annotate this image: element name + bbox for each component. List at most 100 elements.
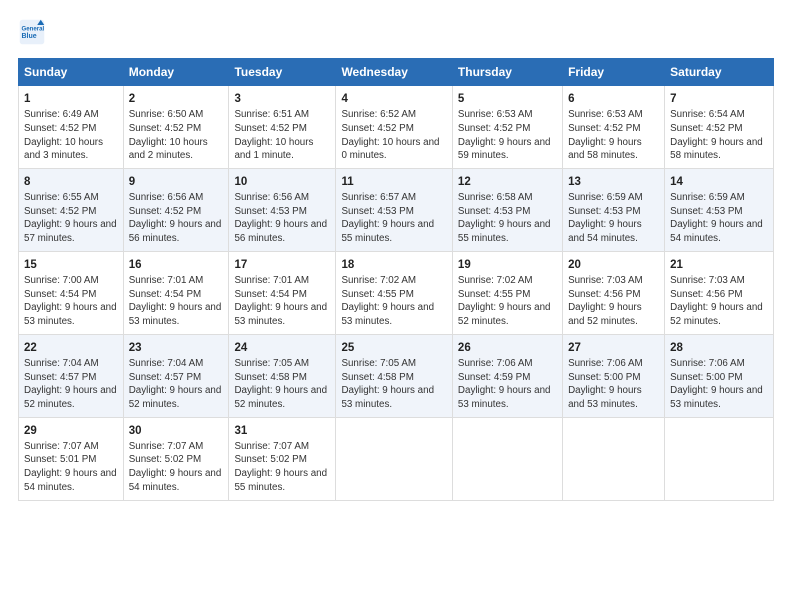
daylight-text: Daylight: 9 hours and 52 minutes. [458,301,557,328]
calendar-cell: 24Sunrise: 7:05 AMSunset: 4:58 PMDayligh… [229,334,336,417]
day-number: 30 [129,423,224,439]
sunset-text: Sunset: 4:58 PM [341,371,446,385]
sunrise-text: Sunrise: 6:56 AM [129,191,224,205]
daylight-text: Daylight: 9 hours and 56 minutes. [234,218,330,245]
daylight-text: Daylight: 9 hours and 53 minutes. [458,384,557,411]
calendar-cell: 4Sunrise: 6:52 AMSunset: 4:52 PMDaylight… [336,86,452,169]
sunrise-text: Sunrise: 6:50 AM [129,108,224,122]
calendar-week-row: 29Sunrise: 7:07 AMSunset: 5:01 PMDayligh… [19,417,774,500]
sunrise-text: Sunrise: 6:57 AM [341,191,446,205]
logo-icon: General Blue [18,18,46,46]
sunset-text: Sunset: 4:53 PM [458,205,557,219]
sunset-text: Sunset: 4:56 PM [670,288,768,302]
sunset-text: Sunset: 5:02 PM [234,453,330,467]
col-header-tuesday: Tuesday [229,59,336,86]
sunrise-text: Sunrise: 6:53 AM [568,108,659,122]
sunset-text: Sunset: 4:53 PM [234,205,330,219]
calendar-cell: 14Sunrise: 6:59 AMSunset: 4:53 PMDayligh… [665,168,774,251]
sunset-text: Sunset: 4:52 PM [234,122,330,136]
sunrise-text: Sunrise: 6:58 AM [458,191,557,205]
calendar-cell: 12Sunrise: 6:58 AMSunset: 4:53 PMDayligh… [452,168,562,251]
sunset-text: Sunset: 4:54 PM [129,288,224,302]
calendar-cell: 28Sunrise: 7:06 AMSunset: 5:00 PMDayligh… [665,334,774,417]
sunrise-text: Sunrise: 6:56 AM [234,191,330,205]
sunset-text: Sunset: 4:53 PM [568,205,659,219]
daylight-text: Daylight: 9 hours and 53 minutes. [129,301,224,328]
calendar-cell: 13Sunrise: 6:59 AMSunset: 4:53 PMDayligh… [563,168,665,251]
calendar-cell: 19Sunrise: 7:02 AMSunset: 4:55 PMDayligh… [452,251,562,334]
day-number: 19 [458,257,557,273]
sunrise-text: Sunrise: 7:03 AM [568,274,659,288]
day-number: 3 [234,91,330,107]
sunset-text: Sunset: 5:00 PM [670,371,768,385]
calendar-cell: 27Sunrise: 7:06 AMSunset: 5:00 PMDayligh… [563,334,665,417]
col-header-wednesday: Wednesday [336,59,452,86]
calendar-header-row: SundayMondayTuesdayWednesdayThursdayFrid… [19,59,774,86]
sunrise-text: Sunrise: 7:03 AM [670,274,768,288]
daylight-text: Daylight: 9 hours and 55 minutes. [341,218,446,245]
col-header-monday: Monday [123,59,229,86]
calendar-table: SundayMondayTuesdayWednesdayThursdayFrid… [18,58,774,501]
calendar-week-row: 15Sunrise: 7:00 AMSunset: 4:54 PMDayligh… [19,251,774,334]
daylight-text: Daylight: 9 hours and 52 minutes. [129,384,224,411]
daylight-text: Daylight: 9 hours and 55 minutes. [458,218,557,245]
day-number: 9 [129,174,224,190]
sunrise-text: Sunrise: 7:04 AM [129,357,224,371]
sunset-text: Sunset: 4:52 PM [129,122,224,136]
day-number: 5 [458,91,557,107]
daylight-text: Daylight: 9 hours and 54 minutes. [129,467,224,494]
calendar-cell: 6Sunrise: 6:53 AMSunset: 4:52 PMDaylight… [563,86,665,169]
daylight-text: Daylight: 9 hours and 57 minutes. [24,218,118,245]
sunrise-text: Sunrise: 7:07 AM [129,440,224,454]
sunset-text: Sunset: 4:57 PM [129,371,224,385]
sunset-text: Sunset: 4:57 PM [24,371,118,385]
sunset-text: Sunset: 4:52 PM [568,122,659,136]
day-number: 15 [24,257,118,273]
day-number: 8 [24,174,118,190]
sunrise-text: Sunrise: 7:06 AM [670,357,768,371]
calendar-week-row: 8Sunrise: 6:55 AMSunset: 4:52 PMDaylight… [19,168,774,251]
sunrise-text: Sunrise: 7:06 AM [458,357,557,371]
day-number: 16 [129,257,224,273]
day-number: 10 [234,174,330,190]
calendar-week-row: 1Sunrise: 6:49 AMSunset: 4:52 PMDaylight… [19,86,774,169]
daylight-text: Daylight: 9 hours and 55 minutes. [234,467,330,494]
daylight-text: Daylight: 9 hours and 58 minutes. [568,136,659,163]
daylight-text: Daylight: 9 hours and 52 minutes. [568,301,659,328]
daylight-text: Daylight: 10 hours and 0 minutes. [341,136,446,163]
sunset-text: Sunset: 5:02 PM [129,453,224,467]
daylight-text: Daylight: 9 hours and 53 minutes. [234,301,330,328]
calendar-cell: 26Sunrise: 7:06 AMSunset: 4:59 PMDayligh… [452,334,562,417]
calendar-cell: 2Sunrise: 6:50 AMSunset: 4:52 PMDaylight… [123,86,229,169]
svg-text:Blue: Blue [22,33,37,40]
daylight-text: Daylight: 10 hours and 3 minutes. [24,136,118,163]
daylight-text: Daylight: 10 hours and 2 minutes. [129,136,224,163]
sunrise-text: Sunrise: 7:06 AM [568,357,659,371]
daylight-text: Daylight: 9 hours and 53 minutes. [568,384,659,411]
day-number: 14 [670,174,768,190]
calendar-body: 1Sunrise: 6:49 AMSunset: 4:52 PMDaylight… [19,86,774,501]
sunset-text: Sunset: 4:53 PM [670,205,768,219]
day-number: 11 [341,174,446,190]
sunset-text: Sunset: 4:52 PM [458,122,557,136]
calendar-cell [336,417,452,500]
day-number: 27 [568,340,659,356]
day-number: 2 [129,91,224,107]
sunrise-text: Sunrise: 7:00 AM [24,274,118,288]
sunrise-text: Sunrise: 7:07 AM [234,440,330,454]
daylight-text: Daylight: 9 hours and 58 minutes. [670,136,768,163]
calendar-cell: 30Sunrise: 7:07 AMSunset: 5:02 PMDayligh… [123,417,229,500]
col-header-thursday: Thursday [452,59,562,86]
calendar-cell: 10Sunrise: 6:56 AMSunset: 4:53 PMDayligh… [229,168,336,251]
calendar-cell: 9Sunrise: 6:56 AMSunset: 4:52 PMDaylight… [123,168,229,251]
calendar-cell: 15Sunrise: 7:00 AMSunset: 4:54 PMDayligh… [19,251,124,334]
sunset-text: Sunset: 4:53 PM [341,205,446,219]
daylight-text: Daylight: 9 hours and 54 minutes. [24,467,118,494]
daylight-text: Daylight: 9 hours and 52 minutes. [234,384,330,411]
sunset-text: Sunset: 4:58 PM [234,371,330,385]
calendar-cell: 5Sunrise: 6:53 AMSunset: 4:52 PMDaylight… [452,86,562,169]
calendar-cell [452,417,562,500]
sunrise-text: Sunrise: 7:04 AM [24,357,118,371]
header: General Blue [18,18,774,46]
sunset-text: Sunset: 5:00 PM [568,371,659,385]
